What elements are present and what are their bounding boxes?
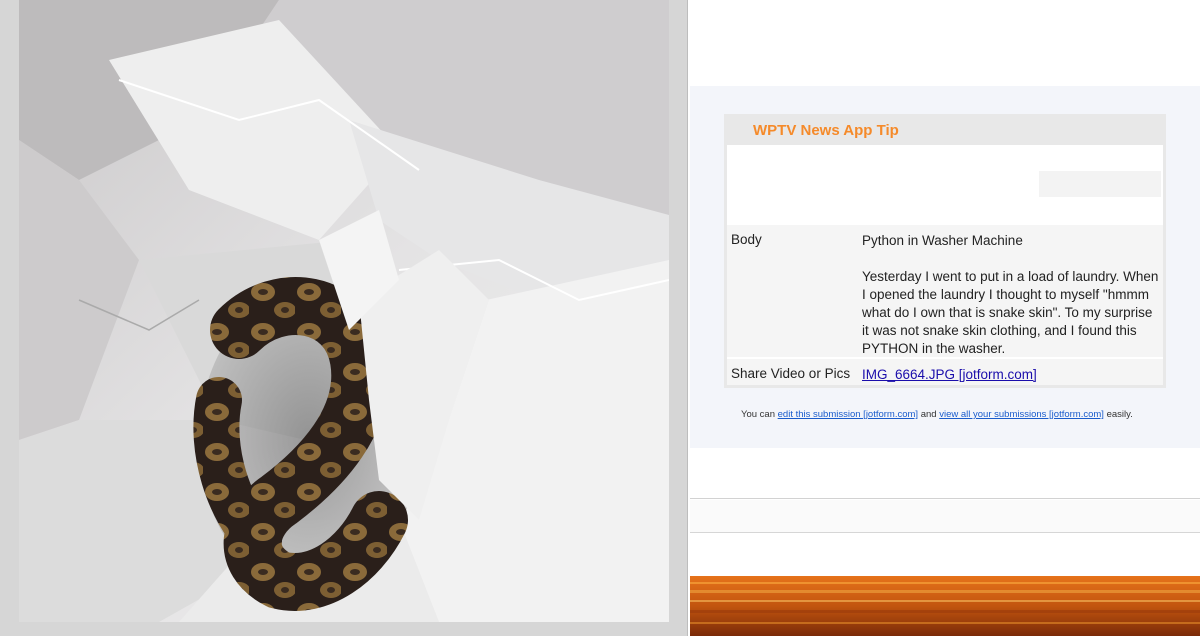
table-row-body: Body Python in Washer Machine Yesterday …	[727, 225, 1163, 357]
field-label-body: Body	[731, 232, 762, 247]
photo-viewer-panel	[0, 0, 688, 636]
body-subject: Python in Washer Machine	[862, 233, 1023, 248]
snake-photo[interactable]	[19, 0, 669, 622]
view-submissions-link[interactable]: view all your submissions [jotform.com]	[939, 409, 1104, 420]
reply-toolbar	[690, 500, 1200, 533]
footer-note: You can edit this submission [jotform.co…	[741, 409, 1133, 420]
divider	[690, 498, 1200, 499]
submission-title: WPTV News App Tip	[753, 122, 899, 139]
body-text: Yesterday I went to put in a load of lau…	[862, 269, 1159, 356]
submission-table: Body Python in Washer Machine Yesterday …	[727, 145, 1163, 385]
table-row-share: Share Video or Pics IMG_6664.JPG [jotfor…	[727, 359, 1163, 385]
attachment-link[interactable]: IMG_6664.JPG [jotform.com]	[862, 367, 1037, 382]
footer-middle: and	[918, 409, 940, 420]
footer-prefix: You can	[741, 409, 778, 420]
email-view: WPTV News App Tip Body Python in Washer …	[690, 0, 1200, 636]
table-header-cell	[1039, 171, 1161, 197]
photo-frame	[19, 0, 669, 622]
field-label-share: Share Video or Pics	[731, 366, 851, 381]
submission-card: WPTV News App Tip Body Python in Washer …	[724, 114, 1166, 388]
footer-suffix: easily.	[1103, 409, 1133, 420]
edit-submission-link[interactable]: edit this submission [jotform.com]	[778, 409, 918, 420]
sunset-water-image	[690, 576, 1200, 636]
field-value-body: Python in Washer Machine Yesterday I wen…	[862, 232, 1162, 358]
field-value-share: IMG_6664.JPG [jotform.com]	[862, 366, 1162, 384]
